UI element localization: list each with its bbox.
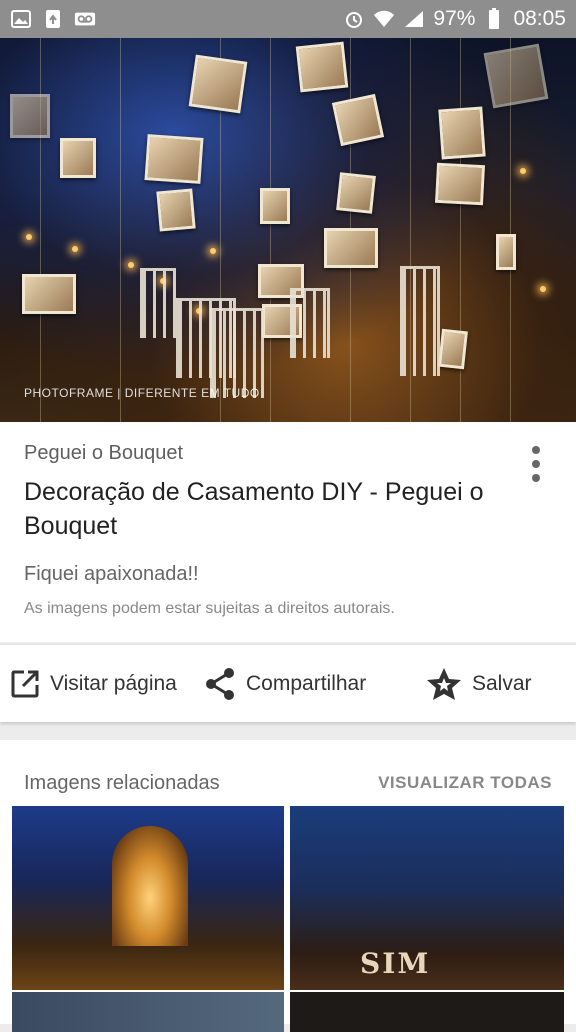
open-in-new-icon xyxy=(10,669,40,699)
signal-icon xyxy=(403,8,425,30)
more-options-icon[interactable] xyxy=(526,446,546,482)
visit-page-button[interactable]: Visitar página xyxy=(10,669,177,699)
related-images-title: Imagens relacionadas xyxy=(24,771,220,794)
share-label: Compartilhar xyxy=(246,671,367,695)
wifi-icon xyxy=(373,8,395,30)
result-title[interactable]: Decoração de Casamento DIY - Peguei o Bo… xyxy=(24,475,494,543)
save-label: Salvar xyxy=(472,671,532,695)
image-icon xyxy=(10,8,32,30)
related-image-thumbnail[interactable] xyxy=(290,992,564,1032)
save-button[interactable]: Salvar xyxy=(426,667,532,701)
main-image[interactable]: PHOTOFRAME | DIFERENTE EM TUDO xyxy=(0,38,576,422)
related-image-thumbnail[interactable] xyxy=(12,806,284,990)
related-image-thumbnail[interactable] xyxy=(12,992,284,1032)
voicemail-icon xyxy=(74,8,96,30)
view-all-button[interactable]: VISUALIZAR TODAS xyxy=(378,773,552,793)
copyright-notice: As imagens podem estar sujeitas a direit… xyxy=(24,600,395,617)
action-bar: Visitar página Compartilhar Salvar xyxy=(0,644,576,722)
recycle-icon xyxy=(42,8,64,30)
image-watermark: PHOTOFRAME | DIFERENTE EM TUDO xyxy=(24,386,260,400)
star-tag-icon xyxy=(426,667,462,701)
battery-percentage: 97% xyxy=(433,7,476,30)
related-image-thumbnail[interactable]: SIM xyxy=(290,806,564,990)
source-name[interactable]: Peguei o Bouquet xyxy=(24,442,552,465)
thumbnail-text: SIM xyxy=(360,947,431,980)
clock-time: 08:05 xyxy=(513,7,566,30)
share-icon xyxy=(204,667,236,701)
result-card: Peguei o Bouquet Decoração de Casamento … xyxy=(0,422,576,642)
battery-icon xyxy=(483,8,505,30)
result-description: Fiquei apaixonada!! xyxy=(24,563,199,585)
related-images-section: Imagens relacionadas VISUALIZAR TODAS SI… xyxy=(0,740,576,1032)
visit-page-label: Visitar página xyxy=(50,671,177,695)
share-button[interactable]: Compartilhar xyxy=(204,667,366,701)
status-bar: 97% 08:05 xyxy=(0,0,576,38)
alarm-icon xyxy=(343,8,365,30)
